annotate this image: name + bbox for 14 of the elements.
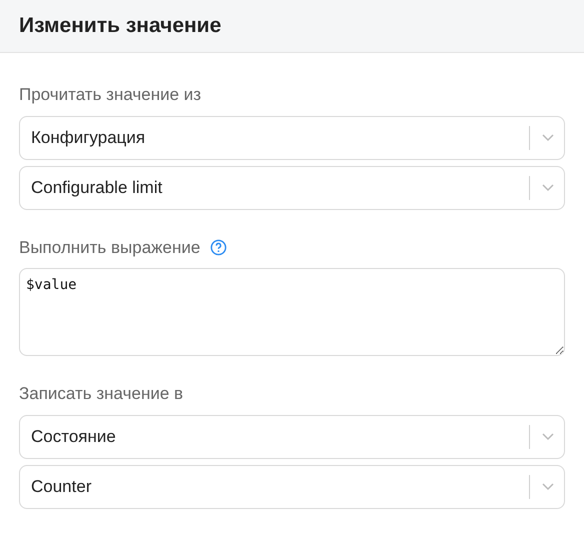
select-field[interactable]: Counter: [19, 464, 565, 508]
help-icon[interactable]: [210, 238, 228, 256]
dialog-title: Изменить значение: [19, 13, 222, 40]
chevron-down-icon: [542, 482, 554, 490]
chevron-down-icon: [542, 134, 554, 142]
select-field[interactable]: Конфигурация: [19, 116, 565, 160]
select-field[interactable]: Состояние: [19, 414, 565, 458]
chevron-down-icon: [542, 184, 554, 192]
chevron-down-icon: [542, 432, 554, 440]
field-label: Прочитать значение из: [19, 84, 202, 106]
expression-field[interactable]: $value: [19, 268, 565, 356]
field-label: Выполнить выражение: [19, 236, 200, 258]
field-label: Записать значение в: [19, 383, 184, 405]
select-field[interactable]: Configurable limit: [19, 166, 565, 210]
